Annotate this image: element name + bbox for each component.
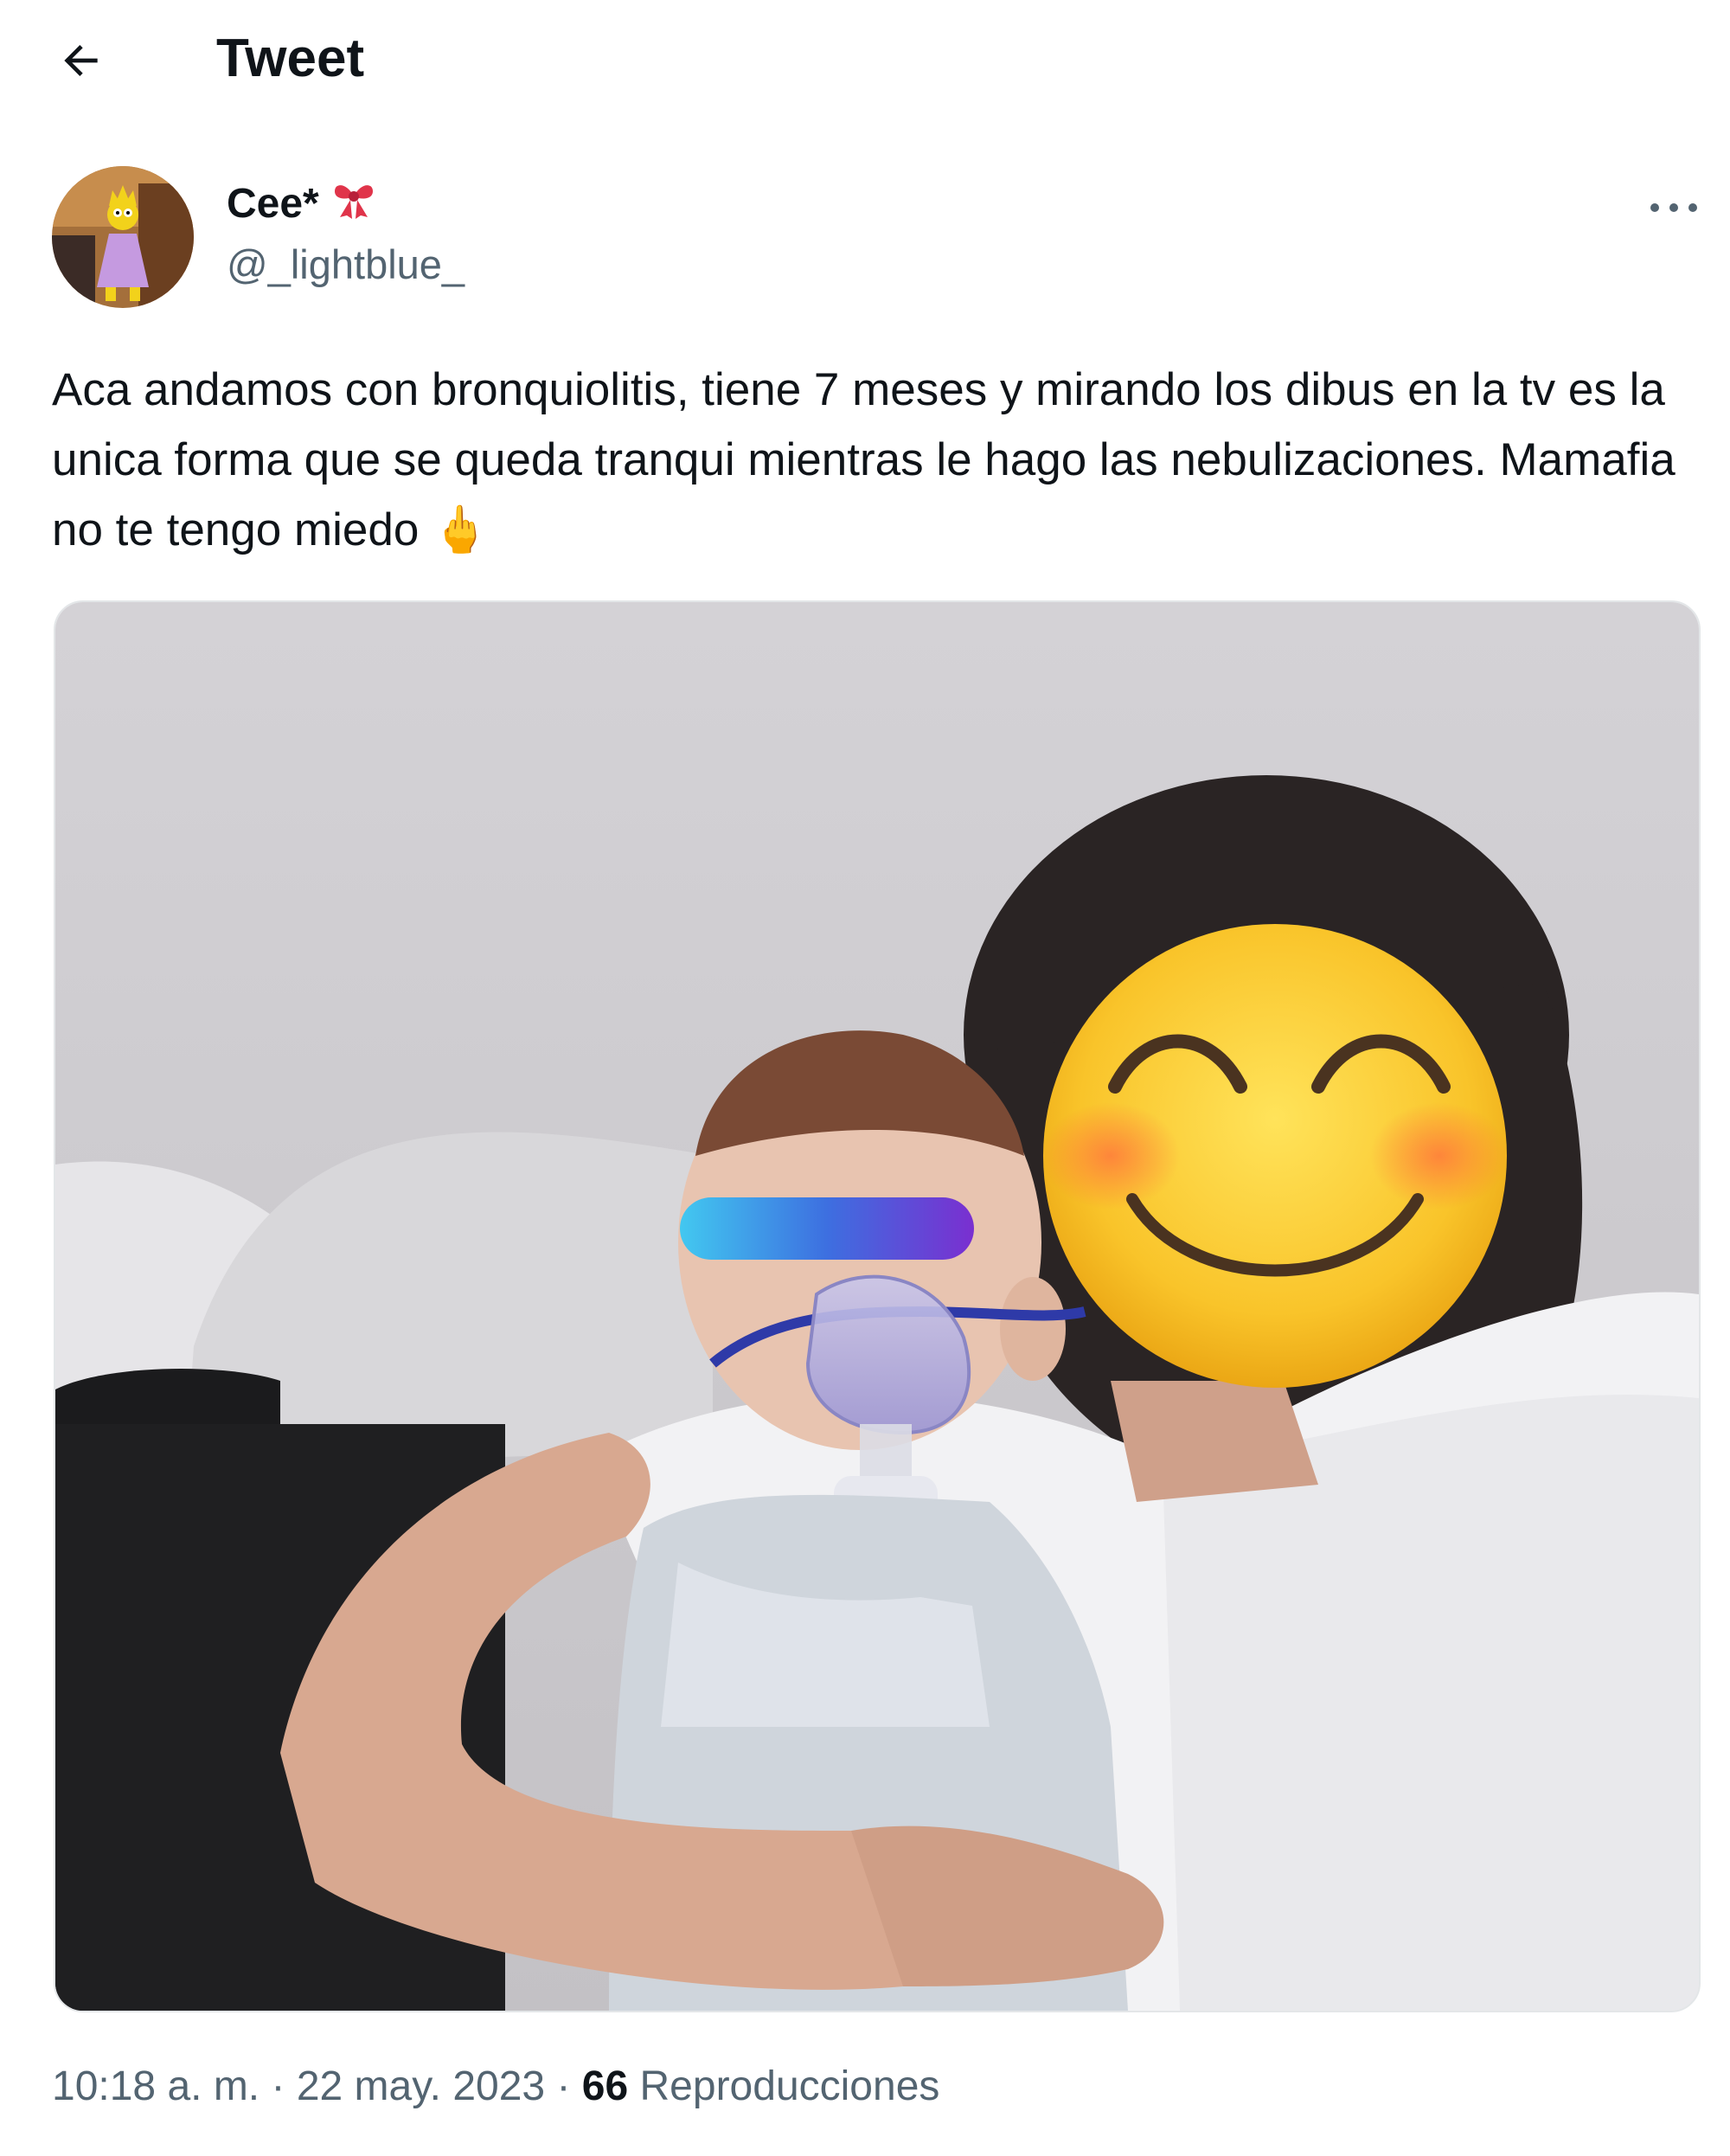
separator: · bbox=[271, 2063, 285, 2109]
tweet-text: Aca andamos con bronquiolitis, tiene 7 m… bbox=[52, 364, 1676, 555]
views-count: 66 bbox=[581, 2063, 629, 2109]
tweet-date[interactable]: 22 may. 2023 bbox=[297, 2063, 545, 2109]
ribbon-icon bbox=[331, 177, 376, 230]
author-handle[interactable]: @_lightblue_ bbox=[227, 241, 465, 289]
arrow-left-icon bbox=[64, 45, 98, 76]
top-bar: Tweet bbox=[0, 0, 1730, 121]
tweet-time[interactable]: 10:18 a. m. bbox=[52, 2063, 260, 2109]
page-title: Tweet bbox=[216, 29, 365, 88]
more-button[interactable] bbox=[1635, 173, 1713, 242]
back-button[interactable] bbox=[45, 24, 118, 97]
tweet-meta: 10:18 a. m. · 22 may. 2023 · 66 Reproduc… bbox=[52, 2061, 939, 2113]
tweet-photo[interactable] bbox=[54, 600, 1701, 2012]
views-label: Reproducciones bbox=[639, 2063, 940, 2109]
author-name-row[interactable]: Cee* bbox=[227, 177, 376, 230]
avatar[interactable] bbox=[52, 166, 194, 308]
more-horizontal-icon bbox=[1650, 203, 1697, 212]
author-display-name: Cee* bbox=[227, 180, 319, 227]
separator: · bbox=[556, 2063, 571, 2109]
